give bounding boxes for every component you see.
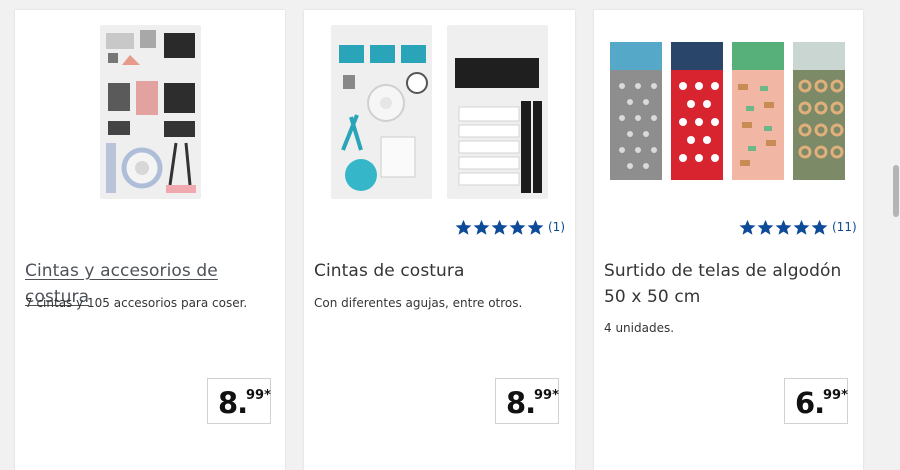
price-integer: 8. bbox=[218, 386, 248, 420]
product-image[interactable] bbox=[331, 25, 432, 199]
rating[interactable]: (1) bbox=[455, 217, 565, 237]
product-image-secondary[interactable] bbox=[447, 25, 548, 199]
scrollbar[interactable] bbox=[892, 0, 900, 456]
star-icon bbox=[509, 219, 526, 235]
star-icon bbox=[793, 219, 810, 235]
star-icon bbox=[527, 219, 544, 235]
sewing-kit-image bbox=[106, 30, 196, 193]
star-icon bbox=[473, 219, 490, 235]
product-description: Con diferentes agujas, entre otros. bbox=[314, 296, 523, 310]
price-decimal: 99* bbox=[823, 388, 848, 403]
star-icon bbox=[491, 219, 508, 235]
price-integer: 6. bbox=[795, 386, 825, 420]
rating-count[interactable]: (1) bbox=[548, 220, 565, 234]
price-box: 6. 99* bbox=[784, 378, 848, 424]
product-title[interactable]: Surtido de telas de algodón 50 x 50 cm bbox=[604, 258, 855, 310]
price-decimal: 99* bbox=[246, 388, 271, 403]
product-description: 7 cintas y 105 accesorios para coser. bbox=[25, 296, 248, 310]
sewing-needles-image bbox=[339, 45, 428, 191]
elastic-bands-image bbox=[455, 58, 542, 193]
price-integer: 8. bbox=[506, 386, 536, 420]
product-card[interactable]: Cintas y accesorios de costura 7 cintas … bbox=[15, 10, 285, 470]
star-icon bbox=[757, 219, 774, 235]
rating-count[interactable]: (11) bbox=[832, 220, 857, 234]
fabric-set-image bbox=[610, 42, 845, 180]
product-title[interactable]: Cintas de costura bbox=[314, 258, 565, 284]
product-card[interactable]: (1) Cintas de costura Con diferentes agu… bbox=[304, 10, 575, 470]
product-description: 4 unidades. bbox=[604, 321, 675, 335]
product-image[interactable] bbox=[608, 42, 848, 182]
price-decimal: 99* bbox=[534, 388, 559, 403]
star-icon bbox=[739, 219, 756, 235]
star-icon bbox=[455, 219, 472, 235]
star-icon bbox=[811, 219, 828, 235]
rating[interactable]: (11) bbox=[739, 217, 857, 237]
product-image[interactable] bbox=[100, 25, 201, 199]
price-box: 8. 99* bbox=[495, 378, 559, 424]
scrollbar-thumb[interactable] bbox=[893, 165, 899, 217]
price-box: 8. 99* bbox=[207, 378, 271, 424]
star-icon bbox=[775, 219, 792, 235]
product-card[interactable]: (11) Surtido de telas de algodón 50 x 50… bbox=[594, 10, 863, 470]
